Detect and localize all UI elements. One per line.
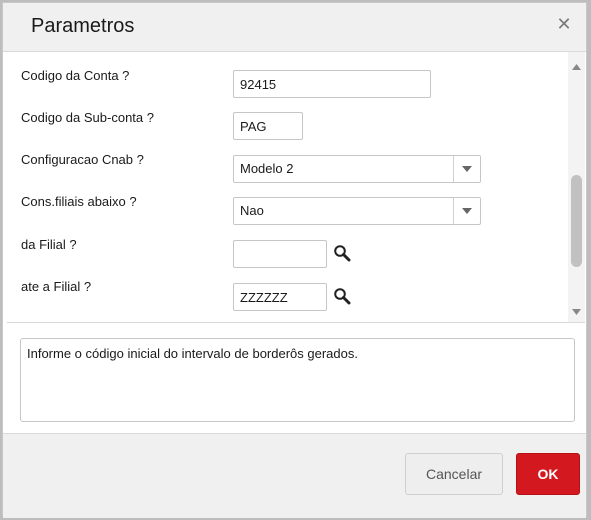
ok-button[interactable]: OK — [516, 453, 580, 495]
label-configuracao-cnab: Configuracao Cnab ? — [21, 152, 144, 167]
help-text: Informe o código inicial do intervalo de… — [27, 346, 358, 361]
dialog-title: Parametros — [31, 15, 135, 37]
chevron-down-icon[interactable] — [453, 198, 480, 224]
title-bar: Parametros ✕ — [3, 3, 586, 52]
cons-filiais-value: Nao — [240, 203, 264, 218]
codigo-subconta-input[interactable] — [233, 112, 303, 140]
scrollbar-thumb[interactable] — [571, 175, 582, 267]
dialog-footer: Cancelar OK — [3, 433, 586, 518]
search-icon[interactable] — [333, 287, 353, 307]
cancel-button[interactable]: Cancelar — [405, 453, 503, 495]
help-text-box: Informe o código inicial do intervalo de… — [20, 338, 575, 422]
configuracao-cnab-value: Modelo 2 — [240, 161, 294, 176]
search-icon[interactable] — [333, 244, 353, 264]
parameters-form: Codigo da Conta ? Codigo da Sub-conta ? … — [7, 52, 585, 323]
arrow-up-icon[interactable] — [568, 58, 585, 75]
chevron-down-icon[interactable] — [453, 156, 480, 182]
label-ate-filial: ate a Filial ? — [21, 279, 92, 294]
form-scrollbar[interactable] — [568, 52, 585, 322]
label-codigo-conta: Codigo da Conta ? — [21, 68, 130, 83]
arrow-down-icon[interactable] — [568, 303, 585, 320]
ate-filial-input[interactable] — [233, 283, 327, 311]
configuracao-cnab-select[interactable]: Modelo 2 — [233, 155, 481, 183]
da-filial-input[interactable] — [233, 240, 327, 268]
codigo-conta-input[interactable] — [233, 70, 431, 98]
label-cons-filiais: Cons.filiais abaixo ? — [21, 194, 137, 209]
parametros-dialog: Parametros ✕ Codigo da Conta ? Codigo da… — [2, 2, 587, 518]
label-codigo-subconta: Codigo da Sub-conta ? — [21, 110, 154, 125]
close-icon[interactable]: ✕ — [554, 14, 574, 34]
cons-filiais-select[interactable]: Nao — [233, 197, 481, 225]
label-da-filial: da Filial ? — [21, 237, 77, 252]
